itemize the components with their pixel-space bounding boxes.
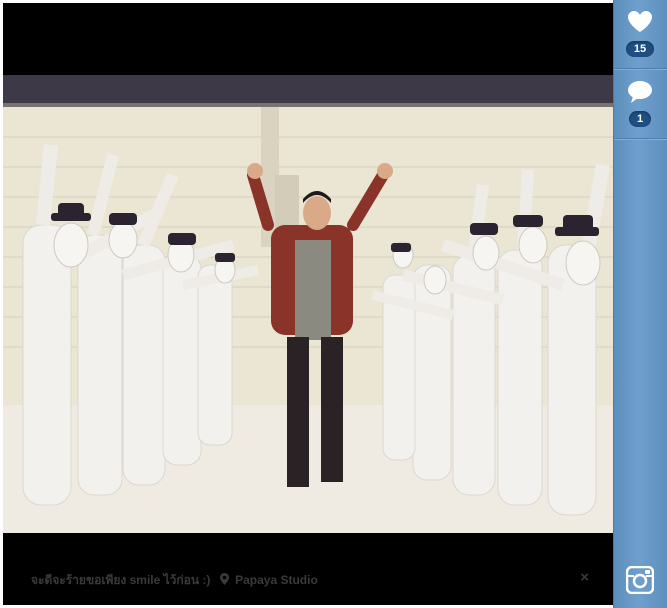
photo-viewer: จะดีจะร้ายขอเพียง smile ไว้ก่อน :) Papay… — [0, 0, 667, 608]
likes-count-badge: 15 — [626, 41, 654, 57]
comments-count-badge: 1 — [629, 111, 651, 127]
close-icon[interactable]: × — [580, 569, 589, 586]
like-button[interactable]: 15 — [614, 0, 667, 69]
photo[interactable] — [3, 75, 613, 533]
photo-caption: จะดีจะร้ายขอเพียง smile ไว้ก่อน :) Papay… — [31, 571, 318, 590]
caption-bar: จะดีจะร้ายขอเพียง smile ไว้ก่อน :) Papay… — [3, 533, 613, 605]
action-sidebar: 15 1 — [613, 0, 667, 608]
caption-text: จะดีจะร้ายขอเพียง smile ไว้ก่อน :) — [31, 573, 211, 587]
media-panel: จะดีจะร้ายขอเพียง smile ไว้ก่อน :) Papay… — [3, 3, 613, 605]
camera-icon[interactable] — [625, 565, 655, 595]
location-pin-icon — [219, 573, 229, 588]
speech-bubble-icon[interactable] — [627, 80, 653, 104]
comment-button[interactable]: 1 — [614, 70, 667, 139]
heart-icon[interactable] — [627, 10, 653, 34]
location-link[interactable]: Papaya Studio — [235, 573, 318, 587]
